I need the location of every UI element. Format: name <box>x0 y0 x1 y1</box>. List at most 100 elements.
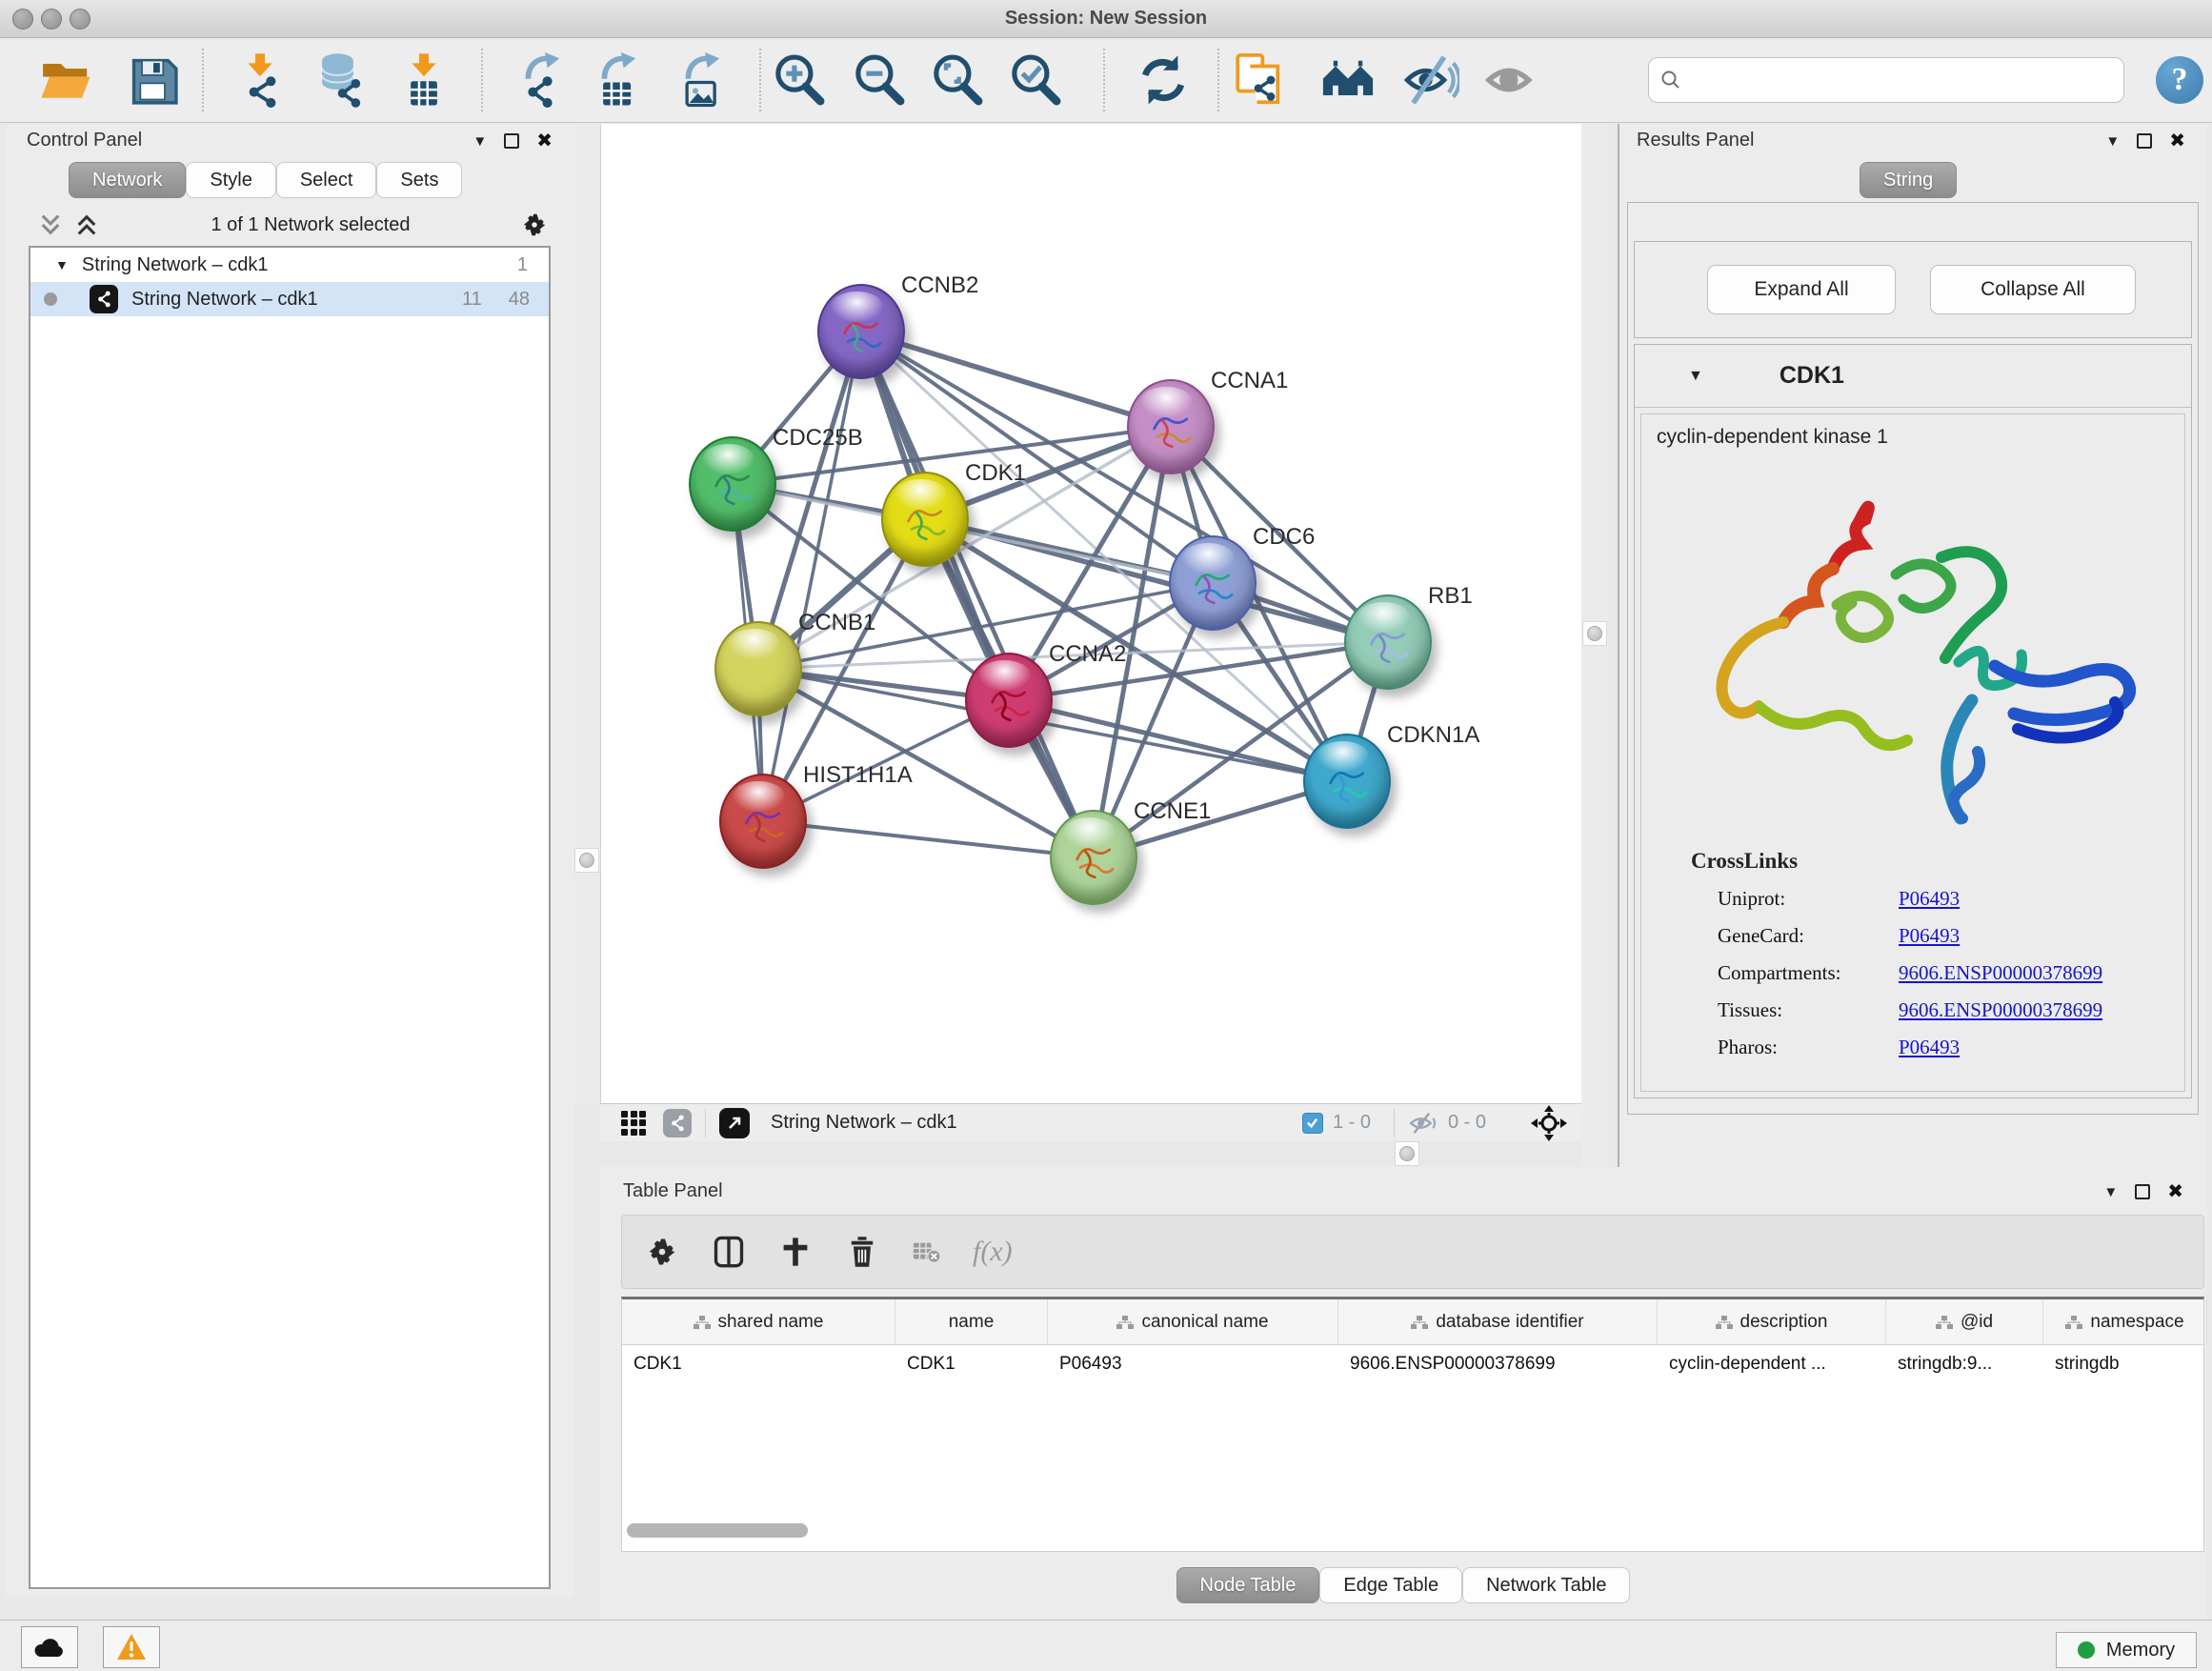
tab-edge-table[interactable]: Edge Table <box>1319 1567 1462 1603</box>
network-node-ccnb2[interactable] <box>817 284 905 379</box>
table-cell[interactable]: CDK1 <box>895 1345 1048 1383</box>
search-box[interactable] <box>1648 57 2124 103</box>
tree-expand-caret-icon[interactable]: ▼ <box>55 257 69 272</box>
column-header-description[interactable]: description <box>1658 1299 1886 1344</box>
collapse-all-button[interactable]: Collapse All <box>1930 265 2136 314</box>
memory-button[interactable]: Memory <box>2056 1632 2197 1668</box>
refresh-button[interactable] <box>1136 52 1191 108</box>
import-network-database-button[interactable] <box>312 52 368 108</box>
new-network-from-selection-button[interactable] <box>1231 52 1286 108</box>
float-panel-icon[interactable] <box>2135 1184 2150 1199</box>
close-panel-icon[interactable]: ✖ <box>2167 1182 2183 1201</box>
search-input[interactable] <box>1691 69 2112 91</box>
horizontal-splitter[interactable] <box>600 1141 1581 1167</box>
network-node-ccne1[interactable] <box>1050 810 1137 905</box>
tab-network-table[interactable]: Network Table <box>1462 1567 1630 1603</box>
table-row[interactable]: CDK1CDK1P064939606.ENSP00000378699cyclin… <box>622 1345 2203 1383</box>
crosslink-link[interactable]: 9606.ENSP00000378699 <box>1899 998 2102 1022</box>
splitter-knob[interactable] <box>1587 626 1602 641</box>
tab-string[interactable]: String <box>1860 162 1957 198</box>
function-builder-icon[interactable]: f(x) <box>973 1236 1013 1268</box>
network-node-hist1h1a[interactable] <box>719 774 807 869</box>
panel-menu-caret-icon[interactable]: ▼ <box>2103 1185 2118 1199</box>
expand-all-button[interactable]: Expand All <box>1707 265 1896 314</box>
hide-selected-button[interactable] <box>1404 52 1459 108</box>
tab-select[interactable]: Select <box>276 162 377 198</box>
expand-all-chevron-icon[interactable] <box>72 212 101 237</box>
gear-icon[interactable] <box>520 211 549 239</box>
tab-style[interactable]: Style <box>186 162 275 198</box>
import-table-button[interactable] <box>396 52 452 108</box>
table-cell[interactable]: CDK1 <box>622 1345 895 1383</box>
cloud-button[interactable] <box>21 1626 78 1668</box>
network-badge-icon[interactable] <box>663 1109 692 1137</box>
section-collapse-caret-icon[interactable]: ▼ <box>1688 368 1703 385</box>
zoom-in-button[interactable] <box>772 52 827 108</box>
table-cell[interactable]: cyclin-dependent ... <box>1658 1345 1886 1383</box>
column-header-canonical-name[interactable]: canonical name <box>1048 1299 1338 1344</box>
add-column-icon[interactable] <box>778 1235 813 1269</box>
network-collection-row[interactable]: ▼ String Network – cdk1 1 <box>30 248 549 282</box>
warning-button[interactable] <box>103 1626 160 1668</box>
table-cell[interactable]: P06493 <box>1048 1345 1338 1383</box>
zoom-selected-button[interactable] <box>1008 52 1063 108</box>
column-header-name[interactable]: name <box>895 1299 1048 1344</box>
collapse-all-chevron-icon[interactable] <box>36 212 65 237</box>
network-canvas[interactable]: CCNB2CCNA1CDC25BCDK1CDC6RB1CCNB1CCNA2CDK… <box>600 124 1581 1103</box>
splitter-knob[interactable] <box>579 853 594 868</box>
close-panel-icon[interactable]: ✖ <box>2169 131 2185 151</box>
close-panel-icon[interactable]: ✖ <box>536 131 553 151</box>
network-node-cdc6[interactable] <box>1169 535 1257 631</box>
tab-sets[interactable]: Sets <box>376 162 462 198</box>
network-node-cdkn1a[interactable] <box>1303 734 1391 829</box>
float-panel-icon[interactable] <box>2137 133 2152 149</box>
tab-network[interactable]: Network <box>69 162 186 198</box>
crosshair-icon[interactable] <box>1530 1104 1568 1142</box>
gear-icon[interactable] <box>645 1235 679 1269</box>
float-panel-icon[interactable] <box>504 133 519 149</box>
splitter-knob[interactable] <box>1399 1146 1415 1161</box>
grid-view-icon[interactable] <box>621 1111 646 1136</box>
export-table-button[interactable] <box>589 52 644 108</box>
detach-view-icon[interactable] <box>719 1108 750 1138</box>
network-node-cdk1[interactable] <box>881 472 969 567</box>
right-splitter[interactable] <box>1581 124 1608 1167</box>
column-header--id[interactable]: @id <box>1886 1299 2043 1344</box>
table-cell[interactable]: 9606.ENSP00000378699 <box>1338 1345 1658 1383</box>
network-node-ccnb1[interactable] <box>714 621 802 716</box>
left-splitter[interactable] <box>573 124 600 1103</box>
crosslink-link[interactable]: P06493 <box>1899 887 1960 911</box>
network-node-rb1[interactable] <box>1344 594 1432 690</box>
panel-menu-caret-icon[interactable]: ▼ <box>473 134 487 149</box>
panel-menu-caret-icon[interactable]: ▼ <box>2105 134 2120 149</box>
tab-node-table[interactable]: Node Table <box>1176 1567 1320 1603</box>
crosslink-link[interactable]: P06493 <box>1899 1036 1960 1059</box>
help-button[interactable]: ? <box>2156 56 2203 104</box>
zoom-out-button[interactable] <box>852 52 907 108</box>
network-node-cdc25b[interactable] <box>689 436 776 532</box>
import-network-file-button[interactable] <box>232 52 288 108</box>
column-header-shared-name[interactable]: shared name <box>622 1299 895 1344</box>
export-image-button[interactable] <box>673 52 728 108</box>
crosslink-link[interactable]: 9606.ENSP00000378699 <box>1899 961 2102 985</box>
first-neighbors-button[interactable] <box>1320 52 1376 108</box>
trash-icon[interactable] <box>845 1235 879 1269</box>
column-header-database-identifier[interactable]: database identifier <box>1338 1299 1658 1344</box>
zoom-fit-button[interactable] <box>930 52 985 108</box>
network-node-ccna2[interactable] <box>965 653 1053 748</box>
horizontal-scrollbar[interactable] <box>627 1523 808 1538</box>
delete-table-icon[interactable] <box>912 1235 940 1269</box>
export-network-button[interactable] <box>513 52 568 108</box>
node-table[interactable]: shared namenamecanonical namedatabase id… <box>621 1297 2204 1552</box>
table-cell[interactable]: stringdb <box>2043 1345 2207 1383</box>
network-node-ccna1[interactable] <box>1127 379 1215 474</box>
network-row[interactable]: String Network – cdk1 11 48 <box>30 282 549 316</box>
save-session-button[interactable] <box>126 52 181 108</box>
open-session-button[interactable] <box>38 52 93 108</box>
crosslink-link[interactable]: P06493 <box>1899 924 1960 948</box>
show-columns-icon[interactable] <box>712 1235 746 1269</box>
selected-checkbox-icon[interactable] <box>1302 1113 1323 1134</box>
column-header-namespace[interactable]: namespace <box>2043 1299 2207 1344</box>
table-cell[interactable]: stringdb:9... <box>1886 1345 2043 1383</box>
show-all-button[interactable] <box>1484 52 1539 108</box>
